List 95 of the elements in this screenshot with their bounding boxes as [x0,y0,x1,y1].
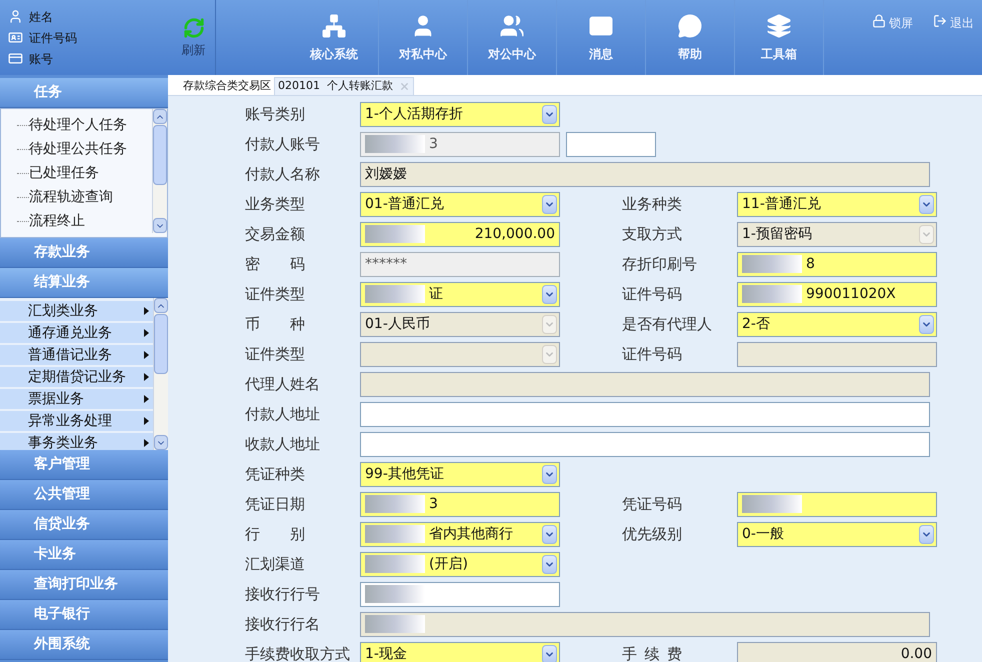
user-info-label: 账号 [29,50,53,68]
task-tree-item[interactable]: 流程轨迹查询 [29,186,113,208]
submenu-item[interactable]: 汇划类业务 [0,301,153,321]
submenu-item[interactable]: 票据业务 [0,389,153,409]
scrollbar[interactable] [152,109,167,233]
dropdown-arrow-icon[interactable] [919,314,934,334]
submenu-arrow-icon [144,395,149,403]
field-label: 证件类型 [245,284,305,305]
input-field[interactable] [360,402,930,426]
input-field[interactable]: ****** [360,252,560,276]
submenu-item[interactable]: 通存通兑业务 [0,323,153,343]
field-label: 币 种 [245,314,305,335]
user-info-label: 证件号码 [29,30,77,46]
field-label: 交易金额 [245,224,305,245]
field-label: 凭证日期 [245,494,305,515]
field-label: 手 续 费 [622,644,682,662]
field-label: 是否有代理人 [622,314,712,335]
input-field[interactable] [566,132,656,156]
field-label: 接收行行号 [245,584,320,605]
field-label: 支取方式 [622,224,682,245]
dropdown-field[interactable]: (开启) [360,552,560,576]
input-field[interactable]: 8 [737,252,937,276]
dropdown-field[interactable]: 证 [360,282,560,306]
submenu-arrow-icon [144,329,149,337]
field-label: 收款人地址 [245,434,320,455]
submenu-item[interactable]: 普通借记业务 [0,345,153,365]
dropdown-field[interactable]: 0-一般 [737,522,937,546]
submenu-item[interactable]: 事务类业务 [0,433,153,450]
field-label: 代理人姓名 [245,374,320,395]
submenu-arrow-icon [144,307,149,315]
input-field[interactable] [737,492,937,516]
field-label: 证件号码 [622,344,682,365]
card-icon [8,51,23,66]
user-icon [8,9,23,24]
dropdown-arrow-icon[interactable] [919,194,934,214]
dropdown-arrow-icon[interactable] [919,524,934,544]
input-field[interactable] [360,582,560,606]
input-field[interactable]: 210,000.00 [360,222,560,246]
dropdown-field[interactable]: 1-个人活期存折 [360,102,560,126]
field-label: 优先级别 [622,524,682,545]
dropdown-field[interactable]: 1-现金 [360,642,560,662]
field-label: 接收行行名 [245,614,320,635]
submenu-arrow-icon [144,417,149,425]
dropdown-arrow-icon[interactable] [542,104,557,124]
field-label: 汇划渠道 [245,554,305,575]
users-icon [499,12,525,38]
submenu-arrow-icon [144,373,149,381]
dropdown-arrow-icon[interactable] [542,194,557,214]
exit-icon [933,14,947,28]
field-label: 付款人账号 [245,134,320,155]
dropdown-field[interactable]: 01-普通汇兑 [360,192,560,216]
close-icon[interactable] [398,81,410,92]
submenu-arrow-icon [144,351,149,359]
lock-icon [872,14,886,28]
field-label: 证件号码 [622,284,682,305]
task-tree-item[interactable]: 已处理任务 [29,162,99,184]
submenu-item[interactable]: 异常业务处理 [0,411,153,431]
id-card-icon [8,30,23,45]
dropdown-arrow-icon[interactable] [542,284,557,304]
field-label: 存折印刷号 [622,254,697,275]
dropdown-arrow-icon[interactable] [542,644,557,662]
dropdown-field[interactable]: 2-否 [737,312,937,336]
dropdown-arrow-icon[interactable] [542,524,557,544]
input-field[interactable] [360,432,930,456]
layers-icon [766,12,792,38]
field-label: 证件类型 [245,344,305,365]
field-label: 密 码 [245,254,305,275]
field-label: 付款人名称 [245,164,320,185]
submenu-arrow-icon [144,439,149,447]
dropdown-field[interactable]: 省内其他商行 [360,522,560,546]
task-tree-item[interactable]: 流程终止 [29,210,85,232]
field-label: 付款人地址 [245,404,320,425]
field-label: 手续费收取方式 [245,644,350,662]
user-info-label: 姓名 [29,8,53,26]
chat-bubble-icon [677,12,703,38]
input-field[interactable]: 3 [360,132,560,156]
field-label: 账号类别 [245,104,305,125]
task-tree-item[interactable]: 待处理公共任务 [29,138,127,160]
field-label: 业务种类 [622,194,682,215]
input-field[interactable]: 990011020X [737,282,937,306]
network-icon [321,12,347,38]
scrollbar[interactable] [153,298,168,450]
field-label: 行 别 [245,524,305,545]
field-label: 凭证种类 [245,464,305,485]
tab[interactable]: 020101 个人转账汇款 [274,77,414,95]
refresh-icon [182,16,204,38]
submenu-item[interactable]: 定期借贷记业务 [0,367,153,387]
dropdown-field[interactable]: 99-其他凭证 [360,462,560,486]
input-field[interactable]: 3 [360,492,560,516]
task-tree-item[interactable]: 待处理个人任务 [29,114,127,136]
dropdown-arrow-icon[interactable] [542,464,557,484]
field-label: 凭证号码 [622,494,682,515]
dropdown-arrow-icon[interactable] [542,554,557,574]
dropdown-field[interactable]: 11-普通汇兑 [737,192,937,216]
field-label: 业务类型 [245,194,305,215]
